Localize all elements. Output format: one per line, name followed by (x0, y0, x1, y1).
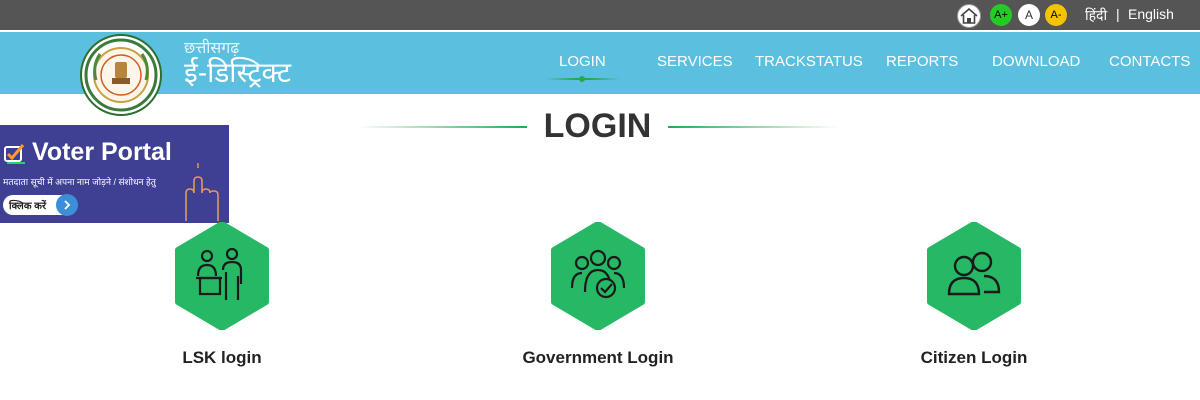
voter-portal-banner[interactable]: Voter Portal मतदाता सूची में अपना नाम जो… (0, 125, 229, 223)
nav-login[interactable]: LOGIN (559, 53, 606, 70)
citizen-users-icon (947, 251, 1001, 296)
nav-trackstatus[interactable]: TRACKSTATUS (755, 53, 863, 70)
government-login-label[interactable]: Government Login (468, 348, 728, 368)
top-utility-bar: A+ A A- हिंदी | English (0, 0, 1200, 30)
page-title: LOGIN (543, 107, 652, 145)
voting-finger-icon (185, 163, 219, 221)
language-hindi-link[interactable]: हिंदी (1085, 6, 1107, 25)
nav-download[interactable]: DOWNLOAD (992, 53, 1080, 70)
lsk-login-label[interactable]: LSK login (92, 348, 352, 368)
language-separator: | (1116, 6, 1120, 22)
nav-reports[interactable]: REPORTS (886, 53, 958, 70)
chevron-right-icon[interactable] (56, 194, 78, 216)
chhattisgarh-emblem-icon[interactable] (80, 34, 162, 116)
font-increase-button[interactable]: A+ (990, 4, 1012, 26)
home-icon[interactable] (957, 4, 981, 28)
citizen-login-card[interactable] (926, 222, 1022, 330)
voter-portal-subtitle: मतदाता सूची में अपना नाम जोड़ने / संशोधन… (3, 177, 156, 187)
brand-title: ई-डिस्ट्रिक्ट (184, 57, 291, 88)
voter-portal-title: Voter Portal (32, 138, 172, 166)
nav-services[interactable]: SERVICES (657, 53, 733, 70)
nav-contacts[interactable]: CONTACTS (1109, 53, 1190, 70)
government-login-card[interactable] (550, 222, 646, 330)
ballot-icon (4, 144, 25, 164)
language-english-link[interactable]: English (1128, 6, 1174, 22)
citizen-login-label[interactable]: Citizen Login (844, 348, 1104, 368)
title-divider-left (357, 126, 527, 128)
lsk-login-card[interactable] (174, 222, 270, 330)
font-normal-button[interactable]: A (1018, 4, 1040, 26)
voter-portal-button-label: क्लिक करें (9, 201, 47, 212)
nav-active-dot (579, 76, 585, 82)
title-divider-right (668, 126, 838, 128)
government-group-icon (570, 249, 626, 299)
font-decrease-button[interactable]: A- (1045, 4, 1067, 26)
lsk-operator-icon (196, 247, 243, 300)
